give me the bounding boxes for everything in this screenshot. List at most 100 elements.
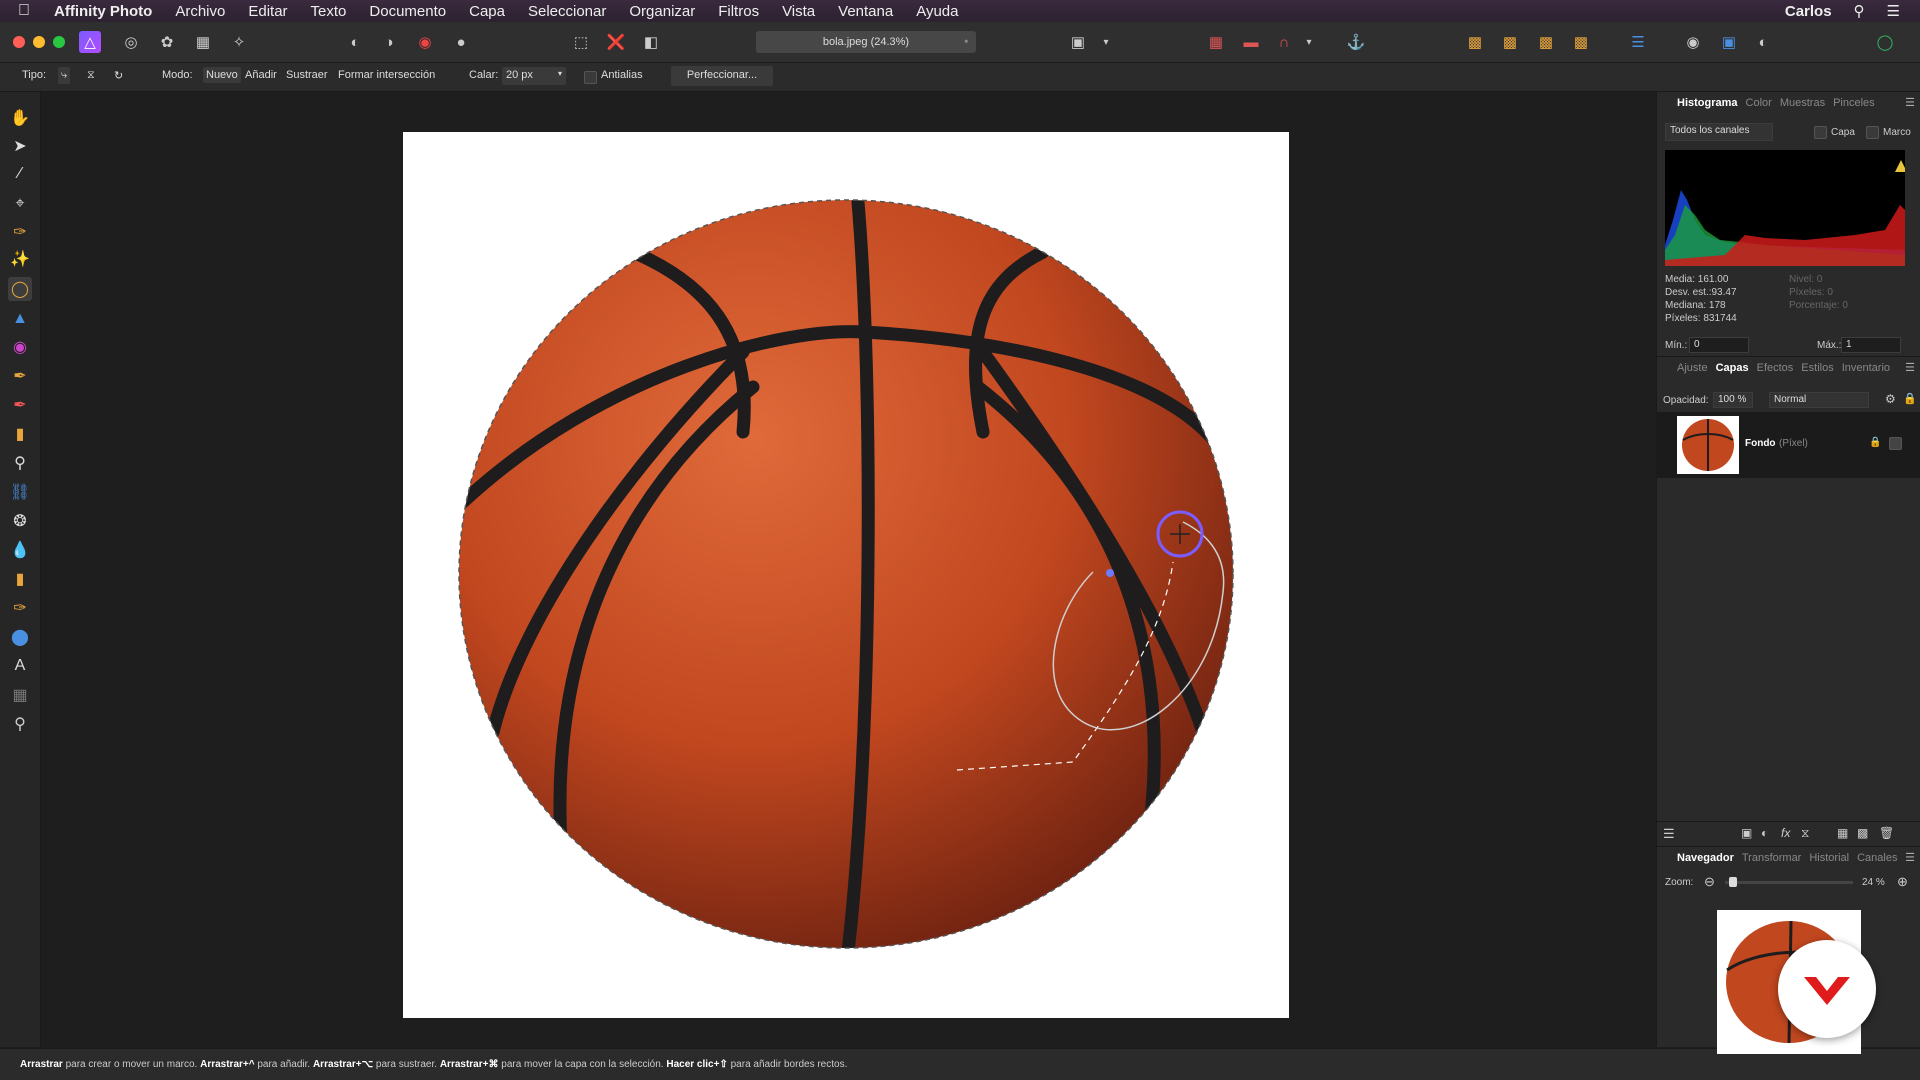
tone-mapping-persona-icon[interactable]: ▦ [192,31,214,53]
move-to-back-icon[interactable]: ▩ [1464,31,1486,53]
layer-checkbox[interactable] [1814,126,1827,139]
tab-navigator[interactable]: Navegador [1677,852,1734,864]
tab-history[interactable]: Historial [1809,852,1849,864]
tab-stock[interactable]: Inventario [1842,362,1890,374]
dodge-tool-icon[interactable]: ⚲ [8,451,32,475]
text-tool-icon[interactable]: A [8,654,32,678]
add-group-icon[interactable]: ▦ [1837,826,1848,840]
account-icon[interactable]: ◯ [1874,31,1896,53]
refine-button[interactable]: Perfeccionar... [671,66,773,86]
menu-ayuda[interactable]: Ayuda [916,3,958,20]
menu-archivo[interactable]: Archivo [175,3,225,20]
flood-select-tool-icon[interactable]: ✨ [8,247,32,271]
tab-channels[interactable]: Canales [1857,852,1897,864]
align-icon[interactable]: ☰ [1627,31,1649,53]
menu-documento[interactable]: Documento [369,3,446,20]
liquify-persona-icon[interactable]: ◎ [120,31,142,53]
menu-organizar[interactable]: Organizar [629,3,695,20]
warning-icon[interactable] [1895,160,1907,172]
blemish-removal-tool-icon[interactable]: ❂ [8,509,32,533]
menu-editar[interactable]: Editar [248,3,287,20]
auto-levels-icon[interactable]: ◐ [344,31,366,53]
magnetic-type-icon[interactable]: ↻ [114,69,123,82]
tab-styles[interactable]: Estilos [1801,362,1833,374]
feather-field[interactable]: 20 px ▾ [502,67,566,85]
mesh-warp-tool-icon[interactable]: ▦ [8,683,32,707]
flood-fill-tool-icon[interactable]: ▲ [8,307,32,331]
tab-transform[interactable]: Transformar [1742,852,1802,864]
menu-seleccionar[interactable]: Seleccionar [528,3,606,20]
panel-menu-icon[interactable]: ☰ [1905,96,1915,109]
mode-intersect-button[interactable]: Formar intersección [338,69,435,81]
opacity-input[interactable]: 100 % [1713,392,1753,408]
move-back-one-icon[interactable]: ▩ [1499,31,1521,53]
force-pixel-alignment-icon[interactable]: ▬ [1240,31,1262,53]
layers-stack-icon[interactable]: ☰ [1663,826,1675,842]
assistant-icon[interactable]: ⚓ [1345,31,1367,53]
snapping-dropdown-icon[interactable]: ▾ [1298,31,1320,53]
lock-icon[interactable]: 🔒 [1903,392,1917,405]
document-canvas[interactable] [403,132,1289,1018]
tab-color[interactable]: Color [1746,97,1772,109]
erase-brush-tool-icon[interactable]: ▮ [8,422,32,446]
snapping-magnet-icon[interactable]: ∩ [1273,31,1295,53]
menu-ventana[interactable]: Ventana [838,3,893,20]
blend-mode-select[interactable]: Normal [1769,392,1869,408]
zoom-slider-handle[interactable] [1729,877,1737,887]
antialias-checkbox[interactable] [584,71,597,84]
tab-histogram[interactable]: Histograma [1677,97,1738,109]
export-persona-icon[interactable]: ✧ [228,31,250,53]
gradient-tool-icon[interactable]: ◉ [8,335,32,359]
apple-icon[interactable]:  [18,2,40,20]
tab-swatches[interactable]: Muestras [1780,97,1825,109]
control-center-icon[interactable]: ☰ [1887,2,1900,20]
user-name[interactable]: Carlos [1785,3,1832,20]
auto-colors-icon[interactable]: ◉ [414,31,436,53]
selection-brush-tool-icon[interactable]: ✑ [8,220,32,244]
layer-settings-icon[interactable]: ⚙ [1885,392,1896,406]
polygonal-type-icon[interactable]: ⧖ [87,69,95,82]
zoom-slider[interactable] [1725,877,1853,887]
tab-adjustments[interactable]: Ajuste [1677,362,1708,374]
tab-effects[interactable]: Efectos [1757,362,1794,374]
feather-dropdown-icon[interactable]: ▾ [558,69,562,78]
lasso-start-point[interactable] [1106,569,1114,577]
add-mask-icon[interactable]: ▣ [1741,826,1752,840]
fx-icon[interactable]: fx [1781,826,1790,840]
photo-persona-icon[interactable]: △ [79,31,101,53]
tab-layers[interactable]: Capas [1716,362,1749,374]
layer-visibility-checkbox[interactable] [1889,437,1902,450]
delete-layer-icon[interactable]: 🗑 [1879,826,1894,840]
menu-texto[interactable]: Texto [311,3,347,20]
paint-brush-tool-icon[interactable]: ✒ [8,364,32,388]
ellipse-tool-icon[interactable]: ⬤ [8,625,32,649]
menu-filtros[interactable]: Filtros [718,3,759,20]
develop-persona-icon[interactable]: ✿ [156,31,178,53]
adjustment-icon[interactable]: ◐ [1761,826,1768,840]
move-forward-one-icon[interactable]: ▩ [1535,31,1557,53]
channels-select[interactable]: Todos los canales [1665,123,1773,141]
layer-row-fondo[interactable]: Fondo (Píxel) 🔒 [1657,412,1920,478]
mode-new-button[interactable]: Nuevo [203,67,241,83]
zoom-in-icon[interactable]: ⊕ [1897,874,1908,890]
min-input[interactable]: 0 [1689,337,1749,353]
quick-mask-dropdown-icon[interactable]: ▾ [1095,31,1117,53]
clone-brush-tool-icon[interactable]: ⛓ [8,480,32,504]
add-pixel-layer-icon[interactable]: ▩ [1857,826,1868,840]
auto-white-balance-icon[interactable]: ● [450,31,472,53]
zoom-window-button[interactable] [53,36,65,48]
move-tool-icon[interactable]: ➤ [8,134,32,158]
spotlight-search-icon[interactable]: ⚲ [1854,2,1865,20]
navigator-panel-menu-icon[interactable]: ☰ [1905,851,1915,864]
zoom-value[interactable]: 24 % [1862,877,1885,888]
menu-app-name[interactable]: Affinity Photo [54,3,152,20]
mode-add-button[interactable]: Añadir [245,69,277,81]
color-replacement-tool-icon[interactable]: ✒ [8,393,32,417]
boolean-add-icon[interactable]: ◉ [1682,31,1704,53]
invert-selection-icon[interactable]: ◧ [640,31,662,53]
frame-checkbox[interactable] [1866,126,1879,139]
minimize-window-button[interactable] [33,36,45,48]
selection-marquee-icon[interactable]: ⬚ [570,31,592,53]
live-filter-icon[interactable]: ⧖ [1801,826,1809,841]
deselect-icon[interactable]: ❌ [605,31,627,53]
